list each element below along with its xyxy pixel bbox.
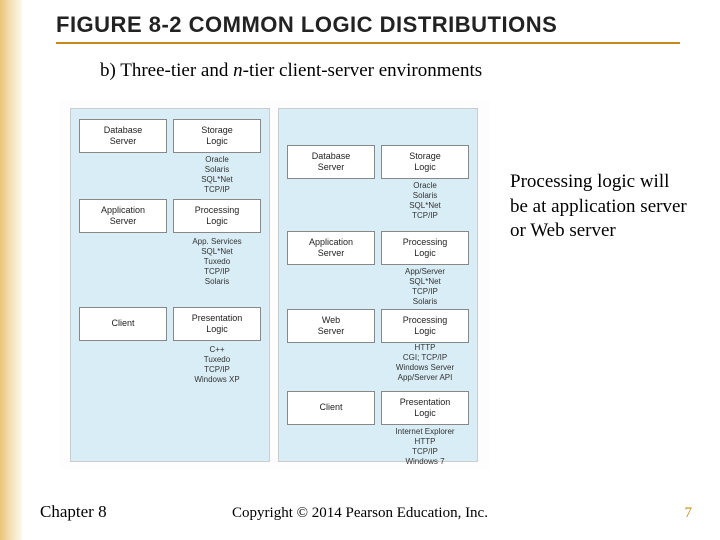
row-client: Client PresentationLogic [79, 307, 261, 341]
row-client-r: Client PresentationLogic [287, 391, 469, 425]
diagram-image: DatabaseServer StorageLogic OracleSolari… [60, 100, 490, 470]
stack-db-r: OracleSolarisSQL*NetTCP/IP [287, 181, 469, 221]
stack-app: App. ServicesSQL*NetTuxedoTCP/IPSolaris [79, 237, 261, 287]
callout-text: Processing logic will be at application … [510, 170, 690, 244]
row-web: WebServer ProcessingLogic [287, 309, 469, 343]
subtitle: b) Three-tier and n-tier client-server e… [100, 60, 482, 82]
box-db-server: DatabaseServer [79, 119, 167, 153]
stack-app-r-text: App/ServerSQL*NetTCP/IPSolaris [381, 267, 469, 307]
box-app-server-r: ApplicationServer [287, 231, 375, 265]
row-app-r: ApplicationServer ProcessingLogic [287, 231, 469, 265]
box-storage-logic-r: StorageLogic [381, 145, 469, 179]
page-number: 7 [685, 505, 693, 522]
title-area: FIGURE 8-2 COMMON LOGIC DISTRIBUTIONS [56, 12, 680, 44]
stack-client-r: Internet ExplorerHTTPTCP/IPWindows 7 [287, 427, 469, 467]
figure-title: FIGURE 8-2 COMMON LOGIC DISTRIBUTIONS [56, 12, 680, 38]
title-underline [56, 42, 680, 44]
box-processing-logic-r: ProcessingLogic [381, 231, 469, 265]
stack-web-text: HTTPCGI; TCP/IPWindows ServerApp/Server … [381, 343, 469, 383]
stack-app-text: App. ServicesSQL*NetTuxedoTCP/IPSolaris [173, 237, 261, 287]
stack-web: HTTPCGI; TCP/IPWindows ServerApp/Server … [287, 343, 469, 383]
stack-client-text: C++TuxedoTCP/IPWindows XP [173, 345, 261, 385]
row-db-r: DatabaseServer StorageLogic [287, 145, 469, 179]
box-web-server: WebServer [287, 309, 375, 343]
box-client-r: Client [287, 391, 375, 425]
box-app-server: ApplicationServer [79, 199, 167, 233]
stack-client: C++TuxedoTCP/IPWindows XP [79, 345, 261, 385]
row-app: ApplicationServer ProcessingLogic [79, 199, 261, 233]
box-presentation-logic-r: PresentationLogic [381, 391, 469, 425]
slide: FIGURE 8-2 COMMON LOGIC DISTRIBUTIONS b)… [0, 0, 720, 540]
stack-db-r-text: OracleSolarisSQL*NetTCP/IP [381, 181, 469, 221]
stack-app-r: App/ServerSQL*NetTCP/IPSolaris [287, 267, 469, 307]
stack-db: OracleSolarisSQL*NetTCP/IP [79, 155, 261, 195]
left-gradient [0, 0, 22, 540]
n-tier-panel: DatabaseServer StorageLogic OracleSolari… [278, 108, 478, 462]
stack-client-r-text: Internet ExplorerHTTPTCP/IPWindows 7 [381, 427, 469, 467]
subtitle-prefix: b) Three-tier and [100, 60, 233, 81]
three-tier-panel: DatabaseServer StorageLogic OracleSolari… [70, 108, 270, 462]
box-processing-logic: ProcessingLogic [173, 199, 261, 233]
box-storage-logic: StorageLogic [173, 119, 261, 153]
copyright-text: Copyright © 2014 Pearson Education, Inc. [0, 505, 720, 522]
box-presentation-logic: PresentationLogic [173, 307, 261, 341]
box-processing-logic-web: ProcessingLogic [381, 309, 469, 343]
row-db: DatabaseServer StorageLogic [79, 119, 261, 153]
subtitle-italic: n [233, 60, 243, 81]
subtitle-suffix: -tier client-server environments [243, 60, 483, 81]
stack-db-text: OracleSolarisSQL*NetTCP/IP [173, 155, 261, 195]
box-db-server-r: DatabaseServer [287, 145, 375, 179]
box-client: Client [79, 307, 167, 341]
